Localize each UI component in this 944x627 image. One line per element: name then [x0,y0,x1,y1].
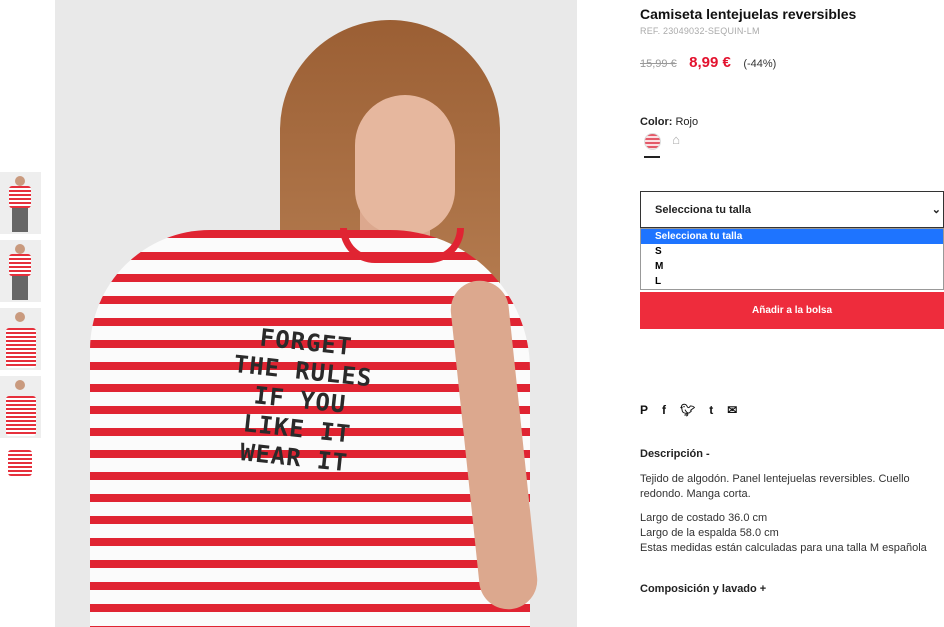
color-row: Color: Rojo [640,116,698,128]
measure-side-length: Largo de costado 36.0 cm [640,512,768,524]
size-option-placeholder[interactable]: Selecciona tu talla [641,229,943,244]
composition-toggle[interactable]: Composición y lavado + [640,583,766,595]
size-option-s[interactable]: S [641,244,943,259]
size-option-m[interactable]: M [641,259,943,274]
color-value: Rojo [675,116,699,128]
description-text: Tejido de algodón. Panel lentejuelas rev… [640,473,910,500]
tumblr-icon[interactable]: t [709,403,713,417]
sale-price: 8,99 € [689,54,731,71]
email-icon[interactable]: ✉ [727,403,737,417]
selected-swatch-indicator [644,156,660,158]
thumbnail-5[interactable] [0,444,41,506]
size-option-l[interactable]: L [641,274,943,289]
measure-back-length: Largo de la espalda 58.0 cm [640,527,779,539]
product-ref: REF. 23049032-SEQUIN-LM [640,26,760,36]
tshirt-collar [340,228,464,263]
shirt-print-text: FORGET THE RULES IF YOU LIKE IT WEAR IT [232,323,374,478]
color-label: Color: [640,116,673,128]
thumbnail-4[interactable] [0,376,41,438]
main-product-image[interactable]: FORGET THE RULES IF YOU LIKE IT WEAR IT [55,0,577,627]
thumbnail-3[interactable] [0,308,41,370]
twitter-icon[interactable]: 🐦︎ [680,403,695,417]
thumbnail-1[interactable] [0,172,41,234]
price-row: 15,99 € 8,99 € (-44%) [640,54,776,72]
size-select-label: Selecciona tu talla [655,204,751,216]
thumbnail-2[interactable] [0,240,41,302]
discount-badge: (-44%) [743,58,777,70]
pinterest-icon[interactable]: P [640,403,648,417]
color-swatch-alt[interactable]: ⌂ [668,132,684,148]
old-price: 15,99 € [640,58,677,70]
model-face [355,95,455,235]
facebook-icon[interactable]: f [662,403,666,417]
chevron-down-icon: ⌄ [931,204,941,216]
size-dropdown: Selecciona tu talla S M L [640,228,944,290]
color-swatch-red[interactable] [644,133,661,150]
product-title: Camiseta lentejuelas reversibles [640,6,857,22]
thumbnail-strip [0,172,41,512]
share-icons: P f 🐦︎ t ✉ [640,402,737,418]
add-to-bag-button[interactable]: Añadir a la bolsa [640,292,944,329]
description-body: Tejido de algodón. Panel lentejuelas rev… [640,472,944,556]
measure-note: Estas medidas están calculadas para una … [640,542,927,554]
description-heading[interactable]: Descripción - [640,448,710,460]
size-select[interactable]: Selecciona tu talla ⌄ [640,191,944,228]
